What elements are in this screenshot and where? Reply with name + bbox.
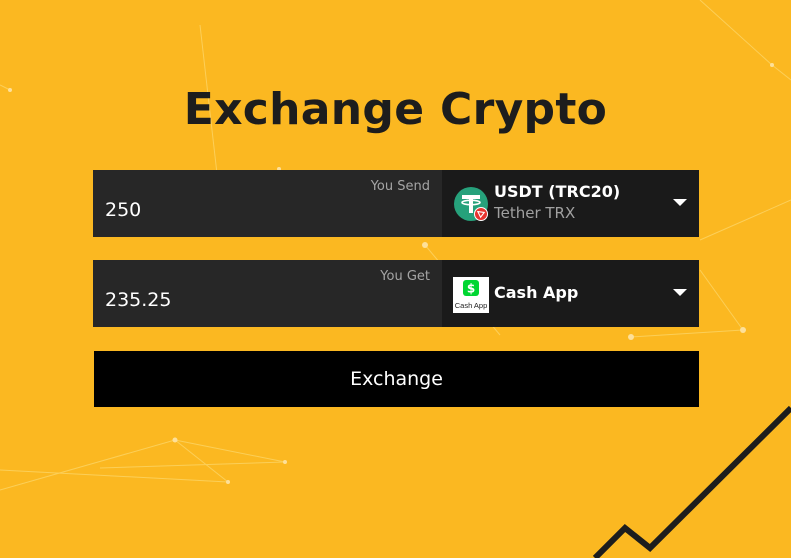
svg-text:Cash App: Cash App bbox=[455, 301, 488, 310]
page-title: Exchange Crypto bbox=[183, 84, 608, 135]
send-currency-subtitle: Tether TRX bbox=[494, 204, 576, 222]
send-amount-value[interactable]: 250 bbox=[105, 199, 141, 221]
cash-app-logo: $ Cash App bbox=[455, 280, 488, 310]
send-amount-label: You Send bbox=[370, 179, 430, 194]
get-currency-select[interactable]: $ Cash App Cash App bbox=[442, 260, 699, 327]
cash-app-icon: $ Cash App bbox=[453, 277, 489, 313]
send-amount-field[interactable]: You Send 250 bbox=[93, 170, 442, 237]
send-currency-name: USDT (TRC20) bbox=[494, 182, 621, 201]
get-currency-name: Cash App bbox=[494, 283, 579, 302]
get-amount-value[interactable]: 235.25 bbox=[105, 289, 171, 311]
get-amount-label: You Get bbox=[380, 269, 430, 284]
svg-text:$: $ bbox=[467, 282, 475, 296]
chevron-down-icon[interactable] bbox=[673, 289, 687, 296]
send-row: You Send 250 USDT (TRC20) Tether TRX bbox=[93, 170, 699, 237]
get-row: You Get 235.25 $ Cash App Cash App bbox=[93, 260, 699, 327]
tether-icon bbox=[454, 187, 488, 221]
get-amount-field[interactable]: You Get 235.25 bbox=[93, 260, 442, 327]
send-currency-select[interactable]: USDT (TRC20) Tether TRX bbox=[442, 170, 699, 237]
exchange-button[interactable]: Exchange bbox=[94, 351, 699, 407]
chevron-down-icon[interactable] bbox=[673, 199, 687, 206]
